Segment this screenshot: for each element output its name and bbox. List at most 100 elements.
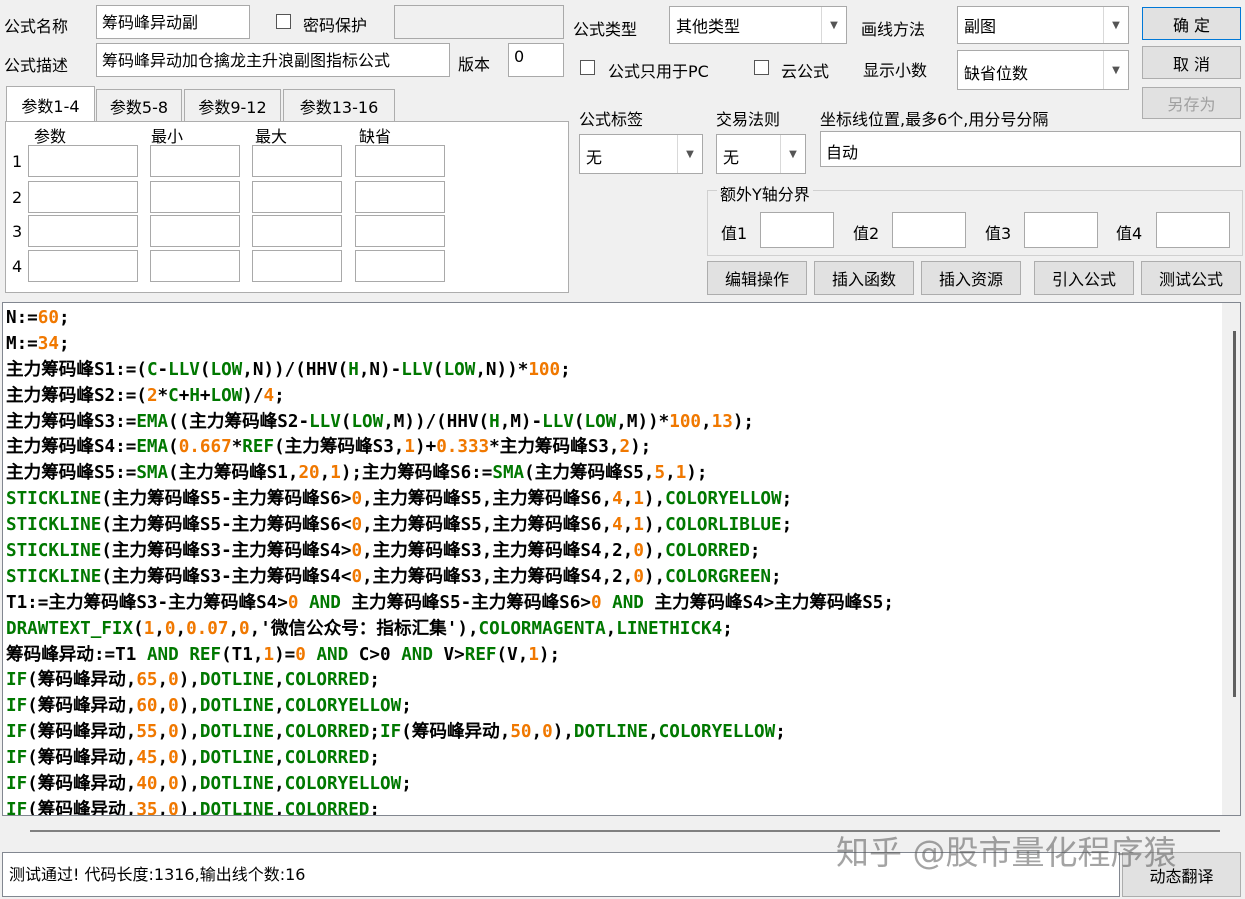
param-4-max-input[interactable] <box>252 250 342 282</box>
param-3-name-input[interactable] <box>28 215 138 247</box>
code-line[interactable]: STICKLINE(主力筹码峰S5-主力筹码峰S6<0,主力筹码峰S5,主力筹码… <box>6 513 894 539</box>
save-as-button[interactable]: 另存为 <box>1142 87 1241 119</box>
pc-only-checkbox[interactable] <box>580 60 595 75</box>
insert-function-button[interactable]: 插入函数 <box>814 261 914 295</box>
cancel-button[interactable]: 取 消 <box>1142 46 1241 79</box>
chevron-down-icon[interactable]: ▼ <box>1103 51 1128 89</box>
vertical-scroll-thumb[interactable] <box>1233 331 1236 697</box>
chevron-down-icon[interactable]: ▼ <box>821 7 846 43</box>
tab-params-9-12[interactable]: 参数9-12 <box>184 89 281 122</box>
edit-ops-button[interactable]: 编辑操作 <box>707 261 807 295</box>
code-line[interactable]: IF(筹码峰异动,40,0),DOTLINE,COLORYELLOW; <box>6 772 894 798</box>
password-input[interactable] <box>394 5 564 39</box>
chevron-down-icon[interactable]: ▼ <box>780 135 805 173</box>
code-function: COLORRED <box>665 541 750 562</box>
code-line[interactable]: 主力筹码峰S3:=EMA((主力筹码峰S2-LLV(LOW,M))/(HHV(H… <box>6 410 894 436</box>
code-line[interactable]: IF(筹码峰异动,65,0),DOTLINE,COLORRED; <box>6 668 894 694</box>
param-3-max-input[interactable] <box>252 215 342 247</box>
code-editor[interactable]: N:=60; M:=34; 主力筹码峰S1:=(C-LLV(LOW,N))/(HHV… <box>2 302 1241 816</box>
param-1-default-input[interactable] <box>355 145 445 177</box>
formula-tag-select[interactable]: 无 ▼ <box>579 134 703 174</box>
tab-params-5-8[interactable]: 参数5-8 <box>96 89 182 122</box>
code-line[interactable]: IF(筹码峰异动,35,0),DOTLINE,COLORRED; <box>6 798 894 816</box>
param-4-name-input[interactable] <box>28 250 138 282</box>
code-line[interactable]: DRAWTEXT_FIX(1,0,0.07,0,'微信公众号：指标汇集'),CO… <box>6 617 894 643</box>
param-4-min-input[interactable] <box>150 250 240 282</box>
code-function: DOTLINE <box>199 799 275 816</box>
code-number: 0 <box>351 515 363 536</box>
code-line[interactable]: STICKLINE(主力筹码峰S3-主力筹码峰S4>0,主力筹码峰S3,主力筹码… <box>6 539 894 565</box>
code-line[interactable]: 主力筹码峰S2:=(2*C+H+LOW)/4; <box>6 384 894 410</box>
param-2-max-input[interactable] <box>252 181 342 213</box>
param-1-name-input[interactable] <box>28 145 138 177</box>
param-3-default-input[interactable] <box>355 215 445 247</box>
code-function: DOTLINE <box>573 722 649 743</box>
code-line[interactable]: 主力筹码峰S5:=SMA(主力筹码峰S1,20,1);主力筹码峰S6:=SMA(… <box>6 461 894 487</box>
code-text-segment: ), <box>178 748 200 769</box>
code-line[interactable]: IF(筹码峰异动,45,0),DOTLINE,COLORRED; <box>6 746 894 772</box>
code-line[interactable]: IF(筹码峰异动,55,0),DOTLINE,COLORRED;IF(筹码峰异动… <box>6 720 894 746</box>
formula-name-input[interactable]: 筹码峰异动副 <box>96 5 250 39</box>
code-function: H <box>489 411 500 432</box>
code-line[interactable]: T1:=主力筹码峰S3-主力筹码峰S4>0 AND 主力筹码峰S5-主力筹码峰S… <box>6 591 894 617</box>
formula-type-select[interactable]: 其他类型 ▼ <box>669 6 847 44</box>
code-line[interactable]: STICKLINE(主力筹码峰S3-主力筹码峰S4<0,主力筹码峰S3,主力筹码… <box>6 565 894 591</box>
param-1-min-input[interactable] <box>150 145 240 177</box>
param-2-min-input[interactable] <box>150 181 240 213</box>
tab-params-13-16[interactable]: 参数13-16 <box>283 89 395 122</box>
param-2-name-input[interactable] <box>28 181 138 213</box>
code-text-segment: - <box>157 359 169 380</box>
code-function: STICKLINE <box>6 541 102 562</box>
yaxis-value-1-input[interactable] <box>760 212 834 248</box>
pc-only-label: 公式只用于PC <box>608 62 709 81</box>
code-text[interactable]: N:=60; M:=34; 主力筹码峰S1:=(C-LLV(LOW,N))/(HHV… <box>6 306 894 816</box>
code-line[interactable]: 筹码峰异动:=T1 AND REF(T1,1)=0 AND C>0 AND V>… <box>6 643 894 669</box>
formula-tag-label: 公式标签 <box>579 110 644 129</box>
code-text-segment: (筹码峰异动, <box>27 722 137 743</box>
param-4-default-input[interactable] <box>355 250 445 282</box>
yaxis-value-2-input[interactable] <box>892 212 966 248</box>
import-formula-button[interactable]: 引入公式 <box>1034 261 1134 295</box>
code-function: COLORYELLOW <box>665 489 782 510</box>
password-checkbox[interactable] <box>276 14 291 29</box>
code-function: LOW <box>584 411 617 432</box>
code-text-segment: , <box>154 618 165 639</box>
ok-button[interactable]: 确 定 <box>1142 7 1241 40</box>
cloud-formula-checkbox[interactable] <box>754 60 769 75</box>
code-line[interactable]: M:=34; <box>6 332 894 358</box>
code-number: 0.07 <box>186 618 229 639</box>
vertical-scrollbar[interactable] <box>1222 303 1240 815</box>
code-line[interactable]: STICKLINE(主力筹码峰S5-主力筹码峰S6>0,主力筹码峰S5,主力筹码… <box>6 487 894 513</box>
param-1-max-input[interactable] <box>252 145 342 177</box>
code-text-segment: 2 <box>612 541 623 562</box>
param-3-min-input[interactable] <box>150 215 240 247</box>
draw-method-select[interactable]: 副图 ▼ <box>957 6 1129 44</box>
code-text-segment: (筹码峰异动, <box>401 722 511 743</box>
code-line[interactable]: N:=60; <box>6 306 894 332</box>
axis-position-input[interactable]: 自动 <box>820 131 1241 167</box>
password-label: 密码保护 <box>303 16 368 35</box>
code-line[interactable]: 主力筹码峰S4:=EMA(0.667*REF(主力筹码峰S3,1)+0.333*… <box>6 435 894 461</box>
code-text-segment: ( <box>573 411 585 432</box>
test-formula-button[interactable]: 测试公式 <box>1141 261 1241 295</box>
insert-resource-button[interactable]: 插入资源 <box>921 261 1021 295</box>
yaxis-value-3-input[interactable] <box>1024 212 1098 248</box>
chevron-down-icon[interactable]: ▼ <box>677 135 702 173</box>
code-line[interactable]: IF(筹码峰异动,60,0),DOTLINE,COLORYELLOW; <box>6 694 894 720</box>
version-input[interactable]: 0 <box>508 43 564 77</box>
yaxis-value-4-input[interactable] <box>1156 212 1230 248</box>
param-header-name: 参数 <box>34 127 67 146</box>
chevron-down-icon[interactable]: ▼ <box>1103 7 1128 43</box>
decimals-select[interactable]: 缺省位数 ▼ <box>957 50 1129 90</box>
trade-rule-select[interactable]: 无 ▼ <box>716 134 806 174</box>
code-function: COLORGREEN <box>665 566 772 587</box>
formula-desc-input[interactable]: 筹码峰异动加仓擒龙主升浪副图指标公式 <box>96 43 450 77</box>
code-line[interactable]: 主力筹码峰S1:=(C-LLV(LOW,N))/(HHV(H,N)-LLV(LO… <box>6 358 894 384</box>
code-number: 13 <box>711 411 733 432</box>
code-function: DOTLINE <box>199 696 275 717</box>
tab-params-1-4[interactable]: 参数1-4 <box>6 86 95 122</box>
param-2-default-input[interactable] <box>355 181 445 213</box>
code-text-segment: , <box>622 541 634 562</box>
code-text-segment: ), <box>643 515 666 536</box>
code-text-segment: T1:=主力筹码峰S3-主力筹码峰S4> <box>6 592 288 613</box>
